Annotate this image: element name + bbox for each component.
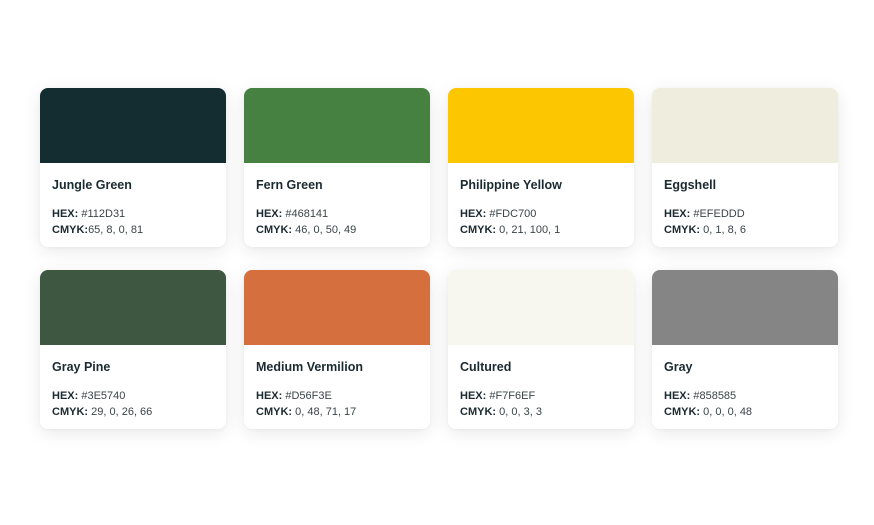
color-swatch xyxy=(244,88,430,163)
hex-value: #112D31 xyxy=(81,208,126,220)
color-name: Philippine Yellow xyxy=(460,178,562,192)
hex-line: HEX: #EFEDDD xyxy=(664,206,826,222)
hex-line: HEX: #D56F3E xyxy=(256,388,418,404)
color-name: Eggshell xyxy=(664,178,717,192)
hex-line: HEX: #112D31 xyxy=(52,206,214,222)
hex-value: #3E5740 xyxy=(81,390,126,402)
cmyk-line: CMYK: 29, 0, 26, 66 xyxy=(52,404,214,420)
color-palette-page: Jungle Green HEX: #112D31 CMYK:65, 8, 0,… xyxy=(0,0,874,525)
cmyk-line: CMYK:65, 8, 0, 81 xyxy=(52,222,214,238)
cmyk-value: 65, 8, 0, 81 xyxy=(88,224,144,236)
cmyk-line: CMYK: 0, 0, 0, 48 xyxy=(664,404,826,420)
color-name: Medium Vermilion xyxy=(256,360,363,374)
cmyk-line: CMYK: 0, 21, 100, 1 xyxy=(460,222,622,238)
color-card-gray: Gray HEX: #858585 CMYK: 0, 0, 0, 48 xyxy=(652,270,838,429)
color-info: Jungle Green HEX: #112D31 CMYK:65, 8, 0,… xyxy=(40,163,226,238)
color-swatch xyxy=(652,270,838,345)
color-swatch xyxy=(448,270,634,345)
hex-value: #F7F6EF xyxy=(489,390,536,402)
cmyk-line: CMYK: 0, 1, 8, 6 xyxy=(664,222,826,238)
palette-grid: Jungle Green HEX: #112D31 CMYK:65, 8, 0,… xyxy=(40,88,838,429)
hex-label: HEX: xyxy=(664,390,691,402)
color-name: Fern Green xyxy=(256,178,323,192)
color-info: Eggshell HEX: #EFEDDD CMYK: 0, 1, 8, 6 xyxy=(652,163,838,238)
hex-line: HEX: #3E5740 xyxy=(52,388,214,404)
hex-label: HEX: xyxy=(256,390,283,402)
color-name: Gray Pine xyxy=(52,360,111,374)
color-card-philippine-yellow: Philippine Yellow HEX: #FDC700 CMYK: 0, … xyxy=(448,88,634,247)
hex-label: HEX: xyxy=(52,390,79,402)
color-swatch xyxy=(40,88,226,163)
cmyk-label: CMYK: xyxy=(52,224,89,236)
hex-value: #D56F3E xyxy=(285,390,332,402)
cmyk-value: 29, 0, 26, 66 xyxy=(91,406,153,418)
color-swatch xyxy=(40,270,226,345)
hex-label: HEX: xyxy=(460,208,487,220)
hex-value: #858585 xyxy=(693,390,737,402)
color-card-cultured: Cultured HEX: #F7F6EF CMYK: 0, 0, 3, 3 xyxy=(448,270,634,429)
cmyk-line: CMYK: 46, 0, 50, 49 xyxy=(256,222,418,238)
hex-label: HEX: xyxy=(52,208,79,220)
color-info: Gray Pine HEX: #3E5740 CMYK: 29, 0, 26, … xyxy=(40,345,226,420)
color-card-gray-pine: Gray Pine HEX: #3E5740 CMYK: 29, 0, 26, … xyxy=(40,270,226,429)
color-card-fern-green: Fern Green HEX: #468141 CMYK: 46, 0, 50,… xyxy=(244,88,430,247)
color-swatch xyxy=(244,270,430,345)
color-info: Gray HEX: #858585 CMYK: 0, 0, 0, 48 xyxy=(652,345,838,420)
cmyk-label: CMYK: xyxy=(664,224,701,236)
color-info: Medium Vermilion HEX: #D56F3E CMYK: 0, 4… xyxy=(244,345,430,420)
hex-line: HEX: #468141 xyxy=(256,206,418,222)
cmyk-value: 0, 48, 71, 17 xyxy=(295,406,357,418)
hex-line: HEX: #858585 xyxy=(664,388,826,404)
cmyk-value: 0, 1, 8, 6 xyxy=(703,224,746,236)
color-swatch xyxy=(448,88,634,163)
color-name: Gray xyxy=(664,360,693,374)
hex-value: #468141 xyxy=(285,208,329,220)
cmyk-label: CMYK: xyxy=(256,224,293,236)
color-info: Cultured HEX: #F7F6EF CMYK: 0, 0, 3, 3 xyxy=(448,345,634,420)
color-info: Fern Green HEX: #468141 CMYK: 46, 0, 50,… xyxy=(244,163,430,238)
hex-line: HEX: #F7F6EF xyxy=(460,388,622,404)
cmyk-line: CMYK: 0, 0, 3, 3 xyxy=(460,404,622,420)
cmyk-value: 46, 0, 50, 49 xyxy=(295,224,357,236)
cmyk-label: CMYK: xyxy=(256,406,293,418)
color-card-jungle-green: Jungle Green HEX: #112D31 CMYK:65, 8, 0,… xyxy=(40,88,226,247)
hex-value: #FDC700 xyxy=(489,208,537,220)
cmyk-value: 0, 0, 0, 48 xyxy=(703,406,753,418)
cmyk-label: CMYK: xyxy=(52,406,89,418)
cmyk-label: CMYK: xyxy=(460,224,497,236)
color-name: Cultured xyxy=(460,360,512,374)
hex-label: HEX: xyxy=(256,208,283,220)
hex-label: HEX: xyxy=(664,208,691,220)
color-card-medium-vermilion: Medium Vermilion HEX: #D56F3E CMYK: 0, 4… xyxy=(244,270,430,429)
cmyk-line: CMYK: 0, 48, 71, 17 xyxy=(256,404,418,420)
cmyk-label: CMYK: xyxy=(460,406,497,418)
cmyk-value: 0, 0, 3, 3 xyxy=(499,406,542,418)
cmyk-label: CMYK: xyxy=(664,406,701,418)
hex-label: HEX: xyxy=(460,390,487,402)
hex-value: #EFEDDD xyxy=(693,208,745,220)
color-swatch xyxy=(652,88,838,163)
color-card-eggshell: Eggshell HEX: #EFEDDD CMYK: 0, 1, 8, 6 xyxy=(652,88,838,247)
cmyk-value: 0, 21, 100, 1 xyxy=(499,224,561,236)
color-info: Philippine Yellow HEX: #FDC700 CMYK: 0, … xyxy=(448,163,634,238)
color-name: Jungle Green xyxy=(52,178,132,192)
hex-line: HEX: #FDC700 xyxy=(460,206,622,222)
